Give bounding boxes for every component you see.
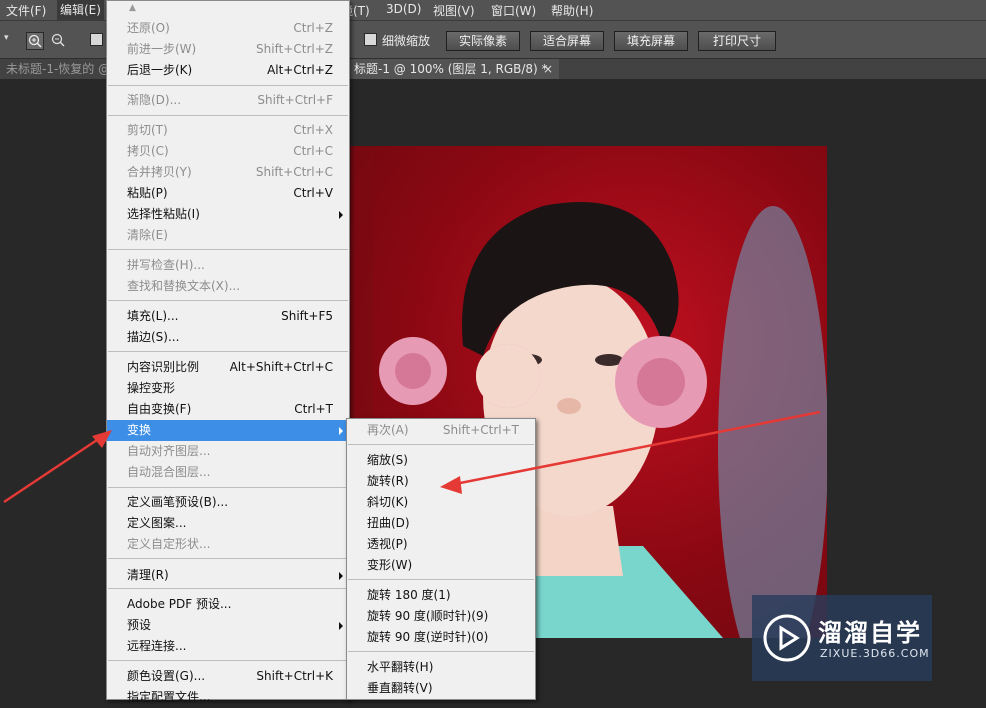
annotation-arrow-left — [3, 436, 101, 504]
annotation-arrows — [3, 410, 821, 504]
play-logo-icon — [763, 614, 811, 662]
annotation-arrow-right — [454, 410, 821, 486]
watermark-url: ZIXUE.3D66.COM — [820, 647, 930, 660]
watermark-brand: 溜溜自学 — [818, 619, 922, 647]
watermark: 溜溜自学 ZIXUE.3D66.COM — [752, 595, 932, 681]
annotation-arrowhead-left — [92, 430, 112, 448]
annotation-arrowhead-right — [440, 476, 462, 494]
